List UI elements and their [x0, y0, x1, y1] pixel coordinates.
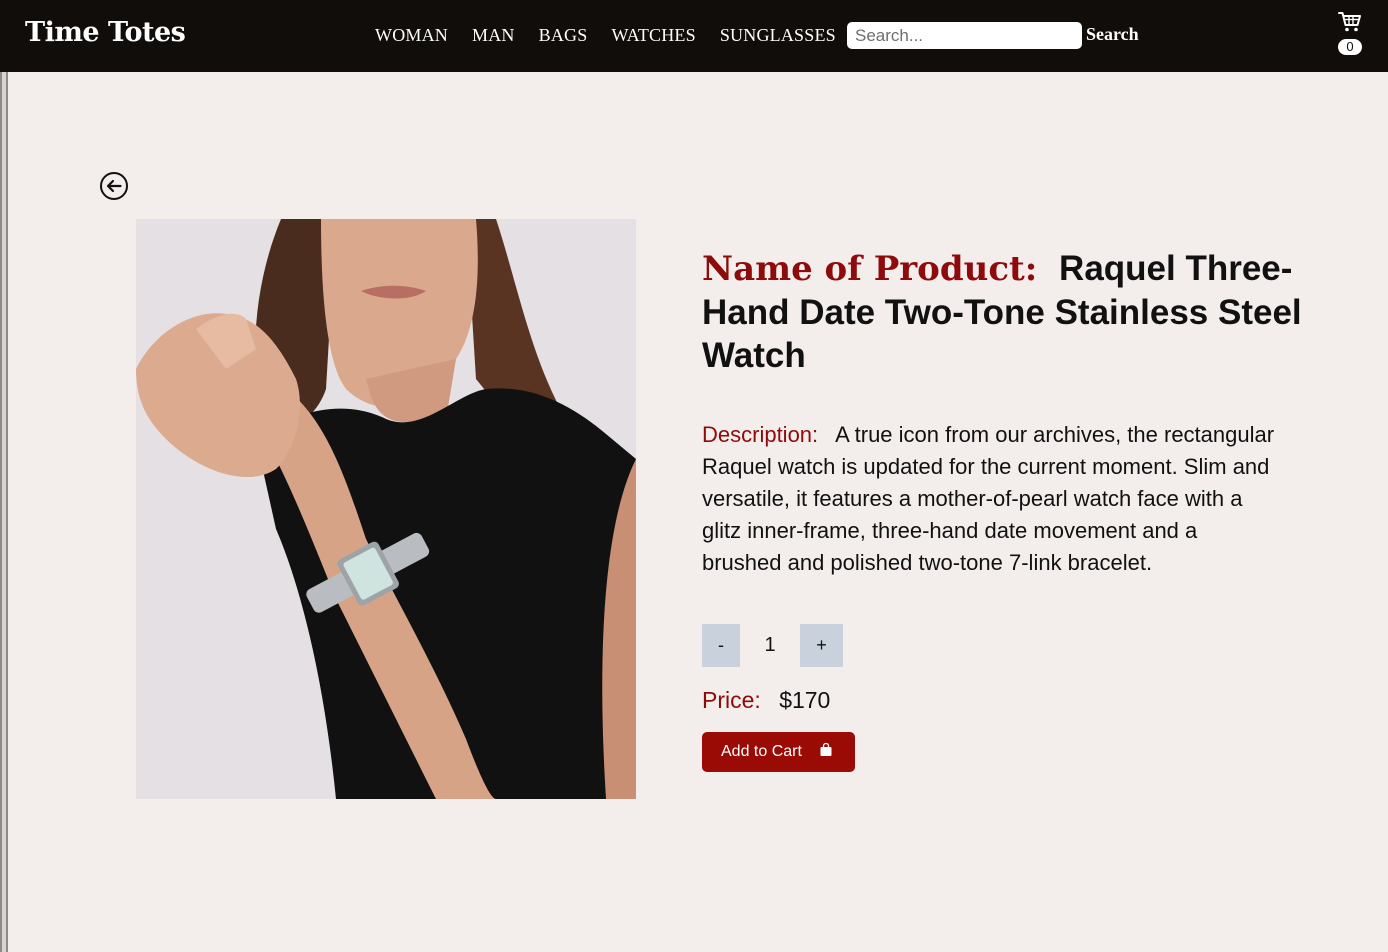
cart-count-badge: 0	[1338, 39, 1362, 55]
nav-link-sunglasses[interactable]: SUNGLASSES	[720, 25, 836, 46]
product-name-label: Name of Product:	[702, 249, 1038, 289]
price-value: $170	[779, 687, 831, 713]
quantity-decrease-button[interactable]: -	[702, 624, 740, 667]
price-label: Price:	[702, 687, 761, 713]
window-edge	[0, 0, 8, 952]
search-button[interactable]: Search	[1086, 24, 1139, 45]
brand-logo[interactable]: Time Totes	[25, 17, 186, 48]
navbar: Time Totes WOMAN MAN BAGS WATCHES SUNGLA…	[0, 0, 1388, 72]
product-info: Name of Product: Raquel Three-Hand Date …	[702, 247, 1302, 772]
nav-link-man[interactable]: MAN	[472, 25, 515, 46]
back-button[interactable]	[99, 171, 129, 201]
price-row: Price: $170	[702, 687, 830, 714]
cart-button[interactable]: 0	[1336, 11, 1364, 57]
add-to-cart-label: Add to Cart	[721, 743, 802, 760]
nav-link-watches[interactable]: WATCHES	[611, 25, 695, 46]
cart-icon	[1338, 12, 1361, 32]
add-to-cart-button[interactable]: Add to Cart	[702, 732, 855, 772]
product-description: Description: A true icon from our archiv…	[702, 419, 1282, 579]
quantity-increase-button[interactable]: +	[800, 624, 843, 667]
quantity-value: 1	[764, 634, 776, 656]
description-label: Description:	[702, 422, 819, 447]
search-input[interactable]	[847, 22, 1082, 49]
nav-link-woman[interactable]: WOMAN	[375, 25, 448, 46]
product-image	[136, 219, 636, 799]
nav-links: WOMAN MAN BAGS WATCHES SUNGLASSES	[375, 25, 860, 46]
arrow-left-circle-icon	[100, 172, 128, 200]
shopping-bag-icon	[820, 742, 832, 761]
quantity-stepper: - 1 +	[702, 624, 843, 667]
product-name-heading: Name of Product: Raquel Three-Hand Date …	[702, 247, 1302, 377]
nav-link-bags[interactable]: BAGS	[539, 25, 588, 46]
